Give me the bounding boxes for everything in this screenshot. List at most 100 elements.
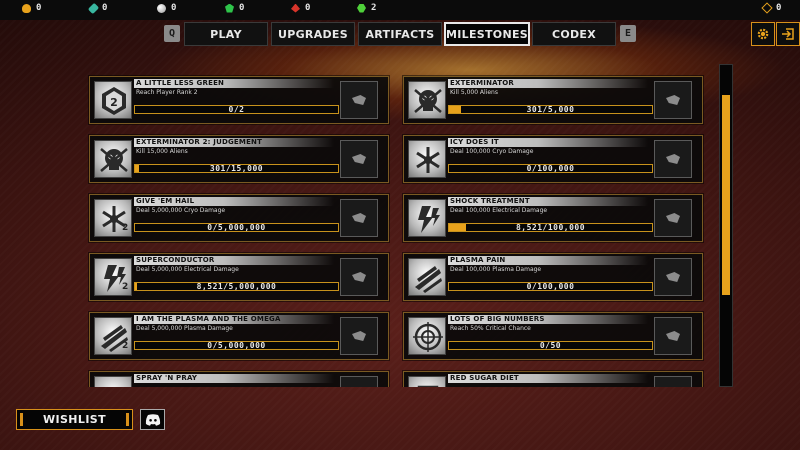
tab-artifacts[interactable]: ARTIFACTS	[358, 22, 442, 46]
reward-icon	[340, 140, 378, 178]
milestone-card[interactable]: 2 A LITTLE LESS GREEN Reach Player Rank …	[89, 76, 389, 124]
tier-number: 2	[122, 282, 129, 292]
progress-text: 301/5,000	[526, 105, 575, 114]
reward-icon	[340, 317, 378, 355]
milestone-card[interactable]: EXTERMINATOR 2: JUDGEMENT Kill 15,000 Al…	[89, 135, 389, 183]
tab-upgrades[interactable]: UPGRADES	[271, 22, 355, 46]
milestone-scrollbar[interactable]	[719, 64, 733, 387]
gear-icon	[757, 28, 769, 40]
teal-crystal-icon	[87, 2, 100, 14]
tab-play[interactable]: PLAY	[184, 22, 268, 46]
milestone-card[interactable]: ICY DOES IT Deal 100,000 Cryo Damage 0/1…	[403, 135, 703, 183]
silver-orb-icon	[157, 3, 166, 13]
green-gem-icon	[225, 3, 234, 13]
milestone-desc: Deal 100,000 Plasma Damage	[450, 266, 542, 273]
milestone-desc: Deal 100,000 Cryo Damage	[450, 148, 534, 155]
svg-text:2: 2	[110, 96, 118, 109]
lime-crystal-icon	[357, 3, 366, 13]
reward-icon	[654, 376, 692, 387]
resource-value: 0	[171, 3, 177, 13]
milestone-desc: Deal 100,000 Electrical Damage	[450, 207, 548, 214]
resource-bar: 0 0 0 0 0 2 0	[0, 0, 800, 20]
milestone-desc: Deal 5,000,000 Plasma Damage	[136, 325, 233, 332]
progress-text: 0/100,000	[526, 164, 575, 173]
milestone-desc: Reach Player Rank 2	[136, 89, 198, 96]
tier-number: 2	[122, 223, 129, 233]
main-tabs: Q PLAY UPGRADES ARTIFACTS MILESTONES COD…	[0, 22, 800, 46]
resource-gold: 0	[22, 3, 41, 13]
snowflake-icon	[408, 140, 446, 178]
resource-value: 2	[371, 3, 377, 13]
milestone-card[interactable]: 2 GIVE 'EM HAIL Deal 5,000,000 Cryo Dama…	[89, 194, 389, 242]
reward-icon	[654, 199, 692, 237]
candy-icon	[408, 376, 446, 387]
progress-bar: 0/100,000	[448, 282, 653, 291]
key-hint-q[interactable]: Q	[164, 25, 180, 42]
milestone-card[interactable]: SHOCK TREATMENT Deal 100,000 Electrical …	[403, 194, 703, 242]
spray-icon	[94, 376, 132, 387]
reward-icon	[654, 317, 692, 355]
milestone-title: EXTERMINATOR	[450, 79, 514, 87]
milestone-card[interactable]: RED SUGAR DIET	[403, 371, 703, 387]
exit-button[interactable]	[776, 22, 800, 46]
milestone-list[interactable]: 2 A LITTLE LESS GREEN Reach Player Rank …	[0, 63, 720, 387]
milestone-card[interactable]: 2 SUPERCONDUCTOR Deal 5,000,000 Electric…	[89, 253, 389, 301]
milestone-title: ICY DOES IT	[450, 138, 499, 146]
key-hint-e[interactable]: E	[620, 25, 636, 42]
progress-text: 0/5,000,000	[207, 341, 266, 350]
milestone-desc: Deal 5,000,000 Electrical Damage	[136, 266, 239, 273]
reward-icon	[340, 376, 378, 387]
milestone-title: SPRAY 'N PRAY	[136, 374, 198, 382]
coin-icon	[761, 2, 773, 14]
red-gem-icon	[291, 3, 300, 13]
resource-value: 0	[305, 3, 311, 13]
tab-milestones[interactable]: MILESTONES	[444, 22, 530, 46]
milestone-title: PLASMA PAIN	[450, 256, 506, 264]
milestone-title: SHOCK TREATMENT	[450, 197, 530, 205]
milestone-title: RED SUGAR DIET	[450, 374, 519, 382]
milestone-desc: Deal 5,000,000 Cryo Damage	[136, 207, 226, 214]
lightning-icon	[408, 199, 446, 237]
wishlist-button[interactable]: WISHLIST	[16, 409, 133, 430]
milestone-card[interactable]: 2 I AM THE PLASMA AND THE OMEGA Deal 5,0…	[89, 312, 389, 360]
progress-text: 0/50	[539, 341, 562, 350]
progress-bar: 8,521/5,000,000	[134, 282, 339, 291]
milestone-card[interactable]: PLASMA PAIN Deal 100,000 Plasma Damage 0…	[403, 253, 703, 301]
milestone-desc: Kill 5,000 Aliens	[450, 89, 498, 96]
scrollbar-thumb[interactable]	[722, 95, 730, 295]
milestone-title: LOTS OF BIG NUMBERS	[450, 315, 545, 323]
progress-text: 0/100,000	[526, 282, 575, 291]
discord-icon	[145, 413, 160, 426]
resource-lime: 2	[357, 3, 376, 13]
milestone-title: EXTERMINATOR 2: JUDGEMENT	[136, 138, 263, 146]
skull-icon	[408, 81, 446, 119]
progress-bar: 0/2	[134, 105, 339, 114]
progress-bar: 8,521/100,000	[448, 223, 653, 232]
milestone-title: I AM THE PLASMA AND THE OMEGA	[136, 315, 281, 323]
progress-bar: 301/5,000	[448, 105, 653, 114]
progress-text: 301/15,000	[209, 164, 264, 173]
hexagon-rank-icon: 2	[94, 81, 132, 119]
reward-icon	[654, 140, 692, 178]
progress-text: 0/2	[228, 105, 245, 114]
resource-silver: 0	[157, 3, 176, 13]
reward-icon	[654, 81, 692, 119]
milestone-card[interactable]: SPRAY 'N PRAY	[89, 371, 389, 387]
discord-button[interactable]	[140, 409, 165, 430]
milestone-card[interactable]: EXTERMINATOR Kill 5,000 Aliens 301/5,000	[403, 76, 703, 124]
crosshair-icon	[408, 317, 446, 355]
milestone-card[interactable]: LOTS OF BIG NUMBERS Reach 50% Critical C…	[403, 312, 703, 360]
milestone-title: SUPERCONDUCTOR	[136, 256, 215, 264]
progress-bar: 0/50	[448, 341, 653, 350]
resource-red: 0	[291, 3, 310, 13]
milestone-desc: Kill 15,000 Aliens	[136, 148, 188, 155]
progress-text: 0/5,000,000	[207, 223, 266, 232]
milestone-desc: Reach 50% Critical Chance	[450, 325, 531, 332]
currency-value: 0	[776, 3, 782, 13]
skull-icon	[94, 140, 132, 178]
settings-button[interactable]	[751, 22, 775, 46]
progress-text: 8,521/100,000	[515, 223, 586, 232]
progress-bar: 301/15,000	[134, 164, 339, 173]
resource-value: 0	[102, 3, 108, 13]
tab-codex[interactable]: CODEX	[532, 22, 616, 46]
